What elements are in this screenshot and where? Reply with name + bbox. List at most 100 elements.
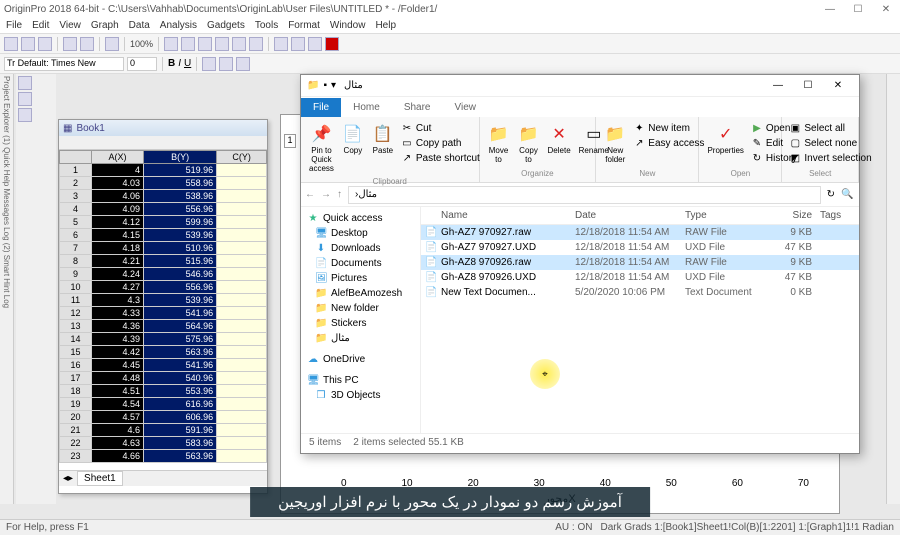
nav-folder[interactable]: 📁مثال xyxy=(301,331,420,346)
cell[interactable]: 616.96 xyxy=(143,398,216,411)
tool-icon[interactable] xyxy=(18,92,32,106)
menu-data[interactable]: Data xyxy=(129,20,150,31)
open-icon[interactable] xyxy=(21,37,35,51)
paste-shortcut-button[interactable]: ↗Paste shortcut xyxy=(400,151,481,165)
underline-icon[interactable]: U xyxy=(184,58,191,69)
cell[interactable]: 599.96 xyxy=(143,216,216,229)
nav-onedrive[interactable]: ☁OneDrive xyxy=(301,352,420,367)
export-icon[interactable] xyxy=(80,37,94,51)
cell[interactable]: 541.96 xyxy=(143,359,216,372)
cell[interactable]: 4.27 xyxy=(92,281,144,294)
cell[interactable]: 4.15 xyxy=(92,229,144,242)
cell[interactable]: 18 xyxy=(60,385,92,398)
table-row[interactable]: 44.09556.96 xyxy=(60,203,267,216)
cell[interactable]: 546.96 xyxy=(143,268,216,281)
cell[interactable] xyxy=(217,229,267,242)
cell[interactable]: 4 xyxy=(92,164,144,177)
cell[interactable]: 538.96 xyxy=(143,190,216,203)
cell[interactable] xyxy=(217,346,267,359)
menu-edit[interactable]: Edit xyxy=(32,20,49,31)
cell[interactable]: 4.33 xyxy=(92,307,144,320)
new-item-button[interactable]: ✦New item xyxy=(632,121,705,135)
right-dock[interactable] xyxy=(886,74,900,504)
zoom-level[interactable]: 100% xyxy=(130,39,153,49)
up-icon[interactable]: ↑ xyxy=(337,189,342,200)
explorer-titlebar[interactable]: 📁 ▪ ▾ مثال — ☐ ✕ xyxy=(301,75,859,97)
cell[interactable]: 4.39 xyxy=(92,333,144,346)
cell[interactable] xyxy=(217,177,267,190)
cell[interactable]: 5 xyxy=(60,216,92,229)
tab-file[interactable]: File xyxy=(301,98,341,117)
cell[interactable]: 11 xyxy=(60,294,92,307)
maximize-icon[interactable]: ☐ xyxy=(848,4,868,15)
cell[interactable] xyxy=(217,268,267,281)
nav-folder[interactable]: 📁AlefBeAmozesh xyxy=(301,286,420,301)
cell[interactable]: 583.96 xyxy=(143,437,216,450)
tool-icon[interactable] xyxy=(181,37,195,51)
tool-icon[interactable] xyxy=(215,37,229,51)
record-icon[interactable] xyxy=(325,37,339,51)
cell[interactable]: 4.42 xyxy=(92,346,144,359)
table-row[interactable]: 74.18510.96 xyxy=(60,242,267,255)
tool-icon[interactable] xyxy=(308,37,322,51)
table-row[interactable]: 144.39575.96 xyxy=(60,333,267,346)
forward-icon[interactable]: → xyxy=(321,189,331,200)
table-row[interactable]: 14519.96 xyxy=(60,164,267,177)
cell[interactable]: 4.57 xyxy=(92,411,144,424)
import-icon[interactable] xyxy=(63,37,77,51)
cell[interactable]: 6 xyxy=(60,229,92,242)
cell[interactable]: 563.96 xyxy=(143,450,216,463)
cell[interactable] xyxy=(217,398,267,411)
table-row[interactable]: 54.12599.96 xyxy=(60,216,267,229)
cell[interactable]: 564.96 xyxy=(143,320,216,333)
copy-to-button[interactable]: 📁Copy to xyxy=(516,121,542,166)
book-grid[interactable]: A(X)B(Y)C(Y) 14519.9624.03558.9634.06538… xyxy=(59,150,267,470)
table-row[interactable]: 194.54616.96 xyxy=(60,398,267,411)
cell[interactable]: 15 xyxy=(60,346,92,359)
cell[interactable] xyxy=(217,450,267,463)
cell[interactable]: 22 xyxy=(60,437,92,450)
cell[interactable]: 4.3 xyxy=(92,294,144,307)
easy-access-button[interactable]: ↗Easy access xyxy=(632,136,705,150)
table-row[interactable]: 34.06538.96 xyxy=(60,190,267,203)
nav-pictures[interactable]: 🖼Pictures xyxy=(301,271,420,286)
tab-home[interactable]: Home xyxy=(341,98,392,117)
search-icon[interactable]: 🔍 xyxy=(841,189,855,200)
cell[interactable]: 4.18 xyxy=(92,242,144,255)
cell[interactable]: 556.96 xyxy=(143,281,216,294)
cell[interactable]: 20 xyxy=(60,411,92,424)
file-explorer[interactable]: 📁 ▪ ▾ مثال — ☐ ✕ File Home Share View 📌P… xyxy=(300,74,860,454)
table-row[interactable]: 174.48540.96 xyxy=(60,372,267,385)
cell[interactable]: 4.54 xyxy=(92,398,144,411)
tool-icon[interactable] xyxy=(198,37,212,51)
nav-desktop[interactable]: 🖥Desktop xyxy=(301,226,420,241)
nav-pane[interactable]: ★Quick access 🖥Desktop ⬇Downloads 📄Docum… xyxy=(301,207,421,433)
minimize-icon[interactable]: — xyxy=(820,4,840,15)
col-date[interactable]: Date xyxy=(571,210,681,221)
table-row[interactable]: 164.45541.96 xyxy=(60,359,267,372)
table-row[interactable]: 124.33541.96 xyxy=(60,307,267,320)
table-row[interactable]: 114.3539.96 xyxy=(60,294,267,307)
tool-icon[interactable] xyxy=(232,37,246,51)
cell[interactable]: 556.96 xyxy=(143,203,216,216)
cell[interactable]: 23 xyxy=(60,450,92,463)
file-columns[interactable]: Name Date Type Size Tags xyxy=(421,207,859,225)
cell[interactable]: 14 xyxy=(60,333,92,346)
copy-path-button[interactable]: ▭Copy path xyxy=(400,136,481,150)
file-row[interactable]: 📄 Gh-AZ7 970927.UXD 12/18/2018 11:54 AM … xyxy=(421,240,859,255)
cell[interactable] xyxy=(217,294,267,307)
table-row[interactable]: 104.27556.96 xyxy=(60,281,267,294)
book-titlebar[interactable]: ▦ Book1 xyxy=(59,120,267,136)
tool-icon[interactable] xyxy=(291,37,305,51)
pin-button[interactable]: 📌Pin to Quick access xyxy=(307,121,336,175)
nav-3d-objects[interactable]: ❒3D Objects xyxy=(301,388,420,403)
nav-thispc[interactable]: 🖥This PC xyxy=(301,373,420,388)
table-row[interactable]: 204.57606.96 xyxy=(60,411,267,424)
properties-button[interactable]: ✓Properties xyxy=(705,121,745,157)
tool-icon[interactable] xyxy=(202,57,216,71)
cell[interactable] xyxy=(217,164,267,177)
path-field[interactable]: › مثال xyxy=(348,186,821,204)
file-row[interactable]: 📄 Gh-AZ7 970927.raw 12/18/2018 11:54 AM … xyxy=(421,225,859,240)
col-header[interactable]: B(Y) xyxy=(143,151,216,164)
col-tags[interactable]: Tags xyxy=(816,210,845,221)
